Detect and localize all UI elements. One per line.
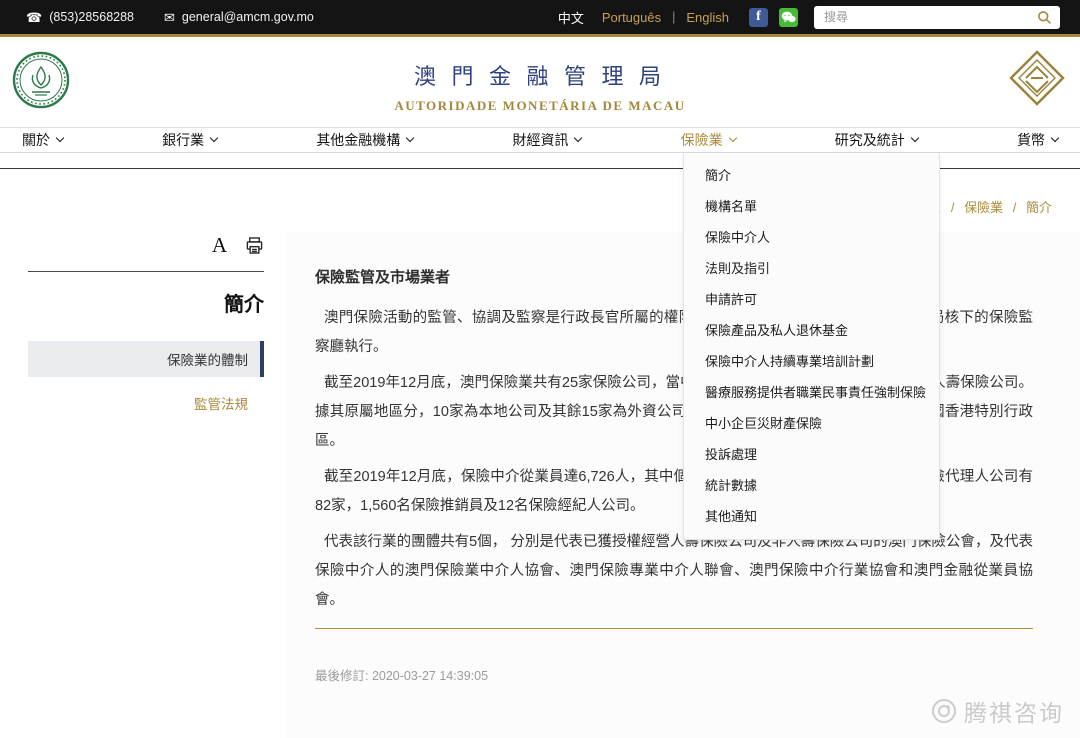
site-title: 澳 門 金 融 管 理 局 AUTORIDADE MONETÁRIA DE MA… (0, 59, 1080, 114)
phone-contact: ☎ (853)28568288 (26, 10, 134, 24)
site-title-portuguese: AUTORIDADE MONETÁRIA DE MACAU (0, 98, 1080, 114)
nav-item-research-statistics[interactable]: 研究及統計 (835, 130, 918, 150)
language-link-english[interactable]: English (686, 10, 729, 25)
dropdown-item-products-pension-funds[interactable]: 保險產品及私人退休基金 (684, 314, 939, 345)
dropdown-item-institution-list[interactable]: 機構名單 (684, 190, 939, 221)
insurance-dropdown-menu: 簡介 機構名單 保險中介人 法則及指引 申請許可 保險產品及私人退休基金 保險中… (683, 153, 940, 540)
dropdown-item-medical-liability-insurance[interactable]: 醫療服務提供者職業民事責任強制保險 (684, 376, 939, 407)
dropdown-item-introduction[interactable]: 簡介 (684, 159, 939, 190)
chevron-down-icon (1051, 134, 1059, 142)
language-separator: | (672, 10, 675, 24)
watermark-text: 腾祺咨询 (964, 694, 1064, 728)
search-input[interactable] (814, 10, 1028, 24)
amcm-logo (1008, 49, 1066, 112)
sidebar-item-regulations[interactable]: 監管法規 (28, 393, 260, 413)
nav-label: 銀行業 (162, 130, 204, 150)
breadcrumb-current: 簡介 (1026, 200, 1052, 215)
dropdown-item-sme-catastrophe-insurance[interactable]: 中小企巨災財產保險 (684, 407, 939, 438)
page: ☎ (853)28568288 ✉ general@amcm.gov.mo 中文… (0, 0, 1080, 738)
email-address[interactable]: general@amcm.gov.mo (182, 10, 314, 24)
print-button[interactable] (245, 236, 264, 255)
sidebar-heading: 簡介 (28, 288, 264, 317)
nav-item-about[interactable]: 關於 (22, 130, 63, 150)
facebook-icon[interactable]: f (749, 8, 768, 27)
masthead: 澳 門 金 融 管 理 局 AUTORIDADE MONETÁRIA DE MA… (0, 37, 1080, 127)
site-title-chinese: 澳 門 金 融 管 理 局 (0, 59, 1080, 91)
sidebar-divider (28, 271, 264, 272)
main-nav: 關於 銀行業 其他金融機構 財經資訊 保險業 研究及統計 貨幣 (0, 127, 1080, 153)
content-paragraph: 代表該行業的團體共有5個， 分別是代表已獲授權經營人壽保險公司及非人壽保險公司的… (315, 528, 1033, 615)
chevron-down-icon (574, 134, 582, 142)
search-button[interactable] (1028, 6, 1060, 29)
breadcrumb-separator: / (1013, 200, 1017, 215)
wechat-icon[interactable] (779, 8, 798, 27)
nav-item-currency[interactable]: 貨幣 (1017, 130, 1058, 150)
nav-item-other-financial-institutions[interactable]: 其他金融機構 (316, 130, 413, 150)
dropdown-item-application-license[interactable]: 申請許可 (684, 283, 939, 314)
printer-icon (245, 236, 264, 255)
search-icon (1037, 10, 1052, 25)
sidebar-item-insurance-system[interactable]: 保險業的體制 (28, 341, 264, 377)
search-box (814, 6, 1060, 29)
dropdown-item-insurance-intermediaries[interactable]: 保險中介人 (684, 221, 939, 252)
dropdown-item-statistics[interactable]: 統計數據 (684, 469, 939, 500)
chevron-down-icon (406, 134, 414, 142)
watermark-camera-icon (931, 698, 957, 724)
dropdown-item-other-notices[interactable]: 其他通知 (684, 500, 939, 531)
dropdown-item-cpd-program[interactable]: 保險中介人持續專業培訓計劃 (684, 345, 939, 376)
breadcrumb-separator: / (951, 200, 955, 215)
top-bar: ☎ (853)28568288 ✉ general@amcm.gov.mo 中文… (0, 0, 1080, 34)
nav-item-banking[interactable]: 銀行業 (162, 130, 217, 150)
topbar-right: 中文 Português | English f (549, 6, 1060, 29)
content-divider (315, 628, 1033, 629)
sidebar-tools: A (28, 235, 264, 256)
chevron-down-icon (728, 134, 736, 142)
nav-label: 研究及統計 (835, 130, 905, 150)
breadcrumb-insurance[interactable]: 保險業 (964, 200, 1003, 215)
phone-number: (853)28568288 (49, 10, 134, 24)
chevron-down-icon (56, 134, 64, 142)
nav-label: 保險業 (681, 130, 723, 150)
language-link-chinese[interactable]: 中文 (558, 8, 584, 27)
dropdown-item-rules-guidelines[interactable]: 法則及指引 (684, 252, 939, 283)
envelope-icon: ✉ (164, 11, 175, 24)
font-size-icon[interactable]: A (212, 235, 227, 256)
email-contact[interactable]: ✉ general@amcm.gov.mo (164, 10, 314, 24)
chevron-down-icon (210, 134, 218, 142)
nav-item-financial-information[interactable]: 財經資訊 (512, 130, 581, 150)
watermark: 腾祺咨询 (931, 694, 1064, 728)
nav-label: 財經資訊 (512, 130, 568, 150)
nav-label: 貨幣 (1017, 130, 1045, 150)
last-modified-text: 最後修訂: 2020-03-27 14:39:05 (315, 665, 1033, 684)
nav-label: 其他金融機構 (316, 130, 400, 150)
chevron-down-icon (911, 134, 919, 142)
nav-label: 關於 (22, 130, 50, 150)
language-link-portuguese[interactable]: Português (602, 10, 661, 25)
nav-item-insurance[interactable]: 保險業 (681, 130, 736, 150)
phone-icon: ☎ (26, 11, 42, 24)
wechat-bubbles-icon (781, 11, 796, 24)
dropdown-item-complaints[interactable]: 投訴處理 (684, 438, 939, 469)
